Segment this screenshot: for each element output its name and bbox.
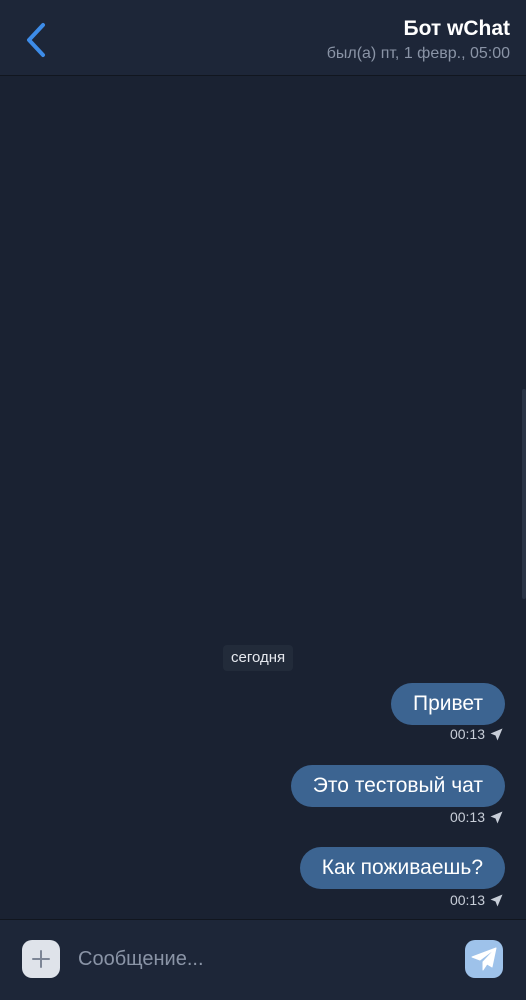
message-meta: 00:13	[450, 891, 503, 909]
send-button[interactable]	[465, 940, 503, 978]
chat-header: Бот wChat был(а) пт, 1 февр., 05:00	[0, 0, 526, 76]
plus-icon	[32, 950, 50, 968]
message-time: 00:13	[449, 726, 485, 742]
sent-arrow-icon	[490, 728, 503, 740]
attach-button[interactable]	[22, 940, 60, 978]
date-separator: сегодня	[223, 645, 294, 671]
message-bubble[interactable]: Это тестовый чат	[290, 765, 505, 807]
message-meta: 00:13	[450, 808, 503, 826]
message-time: 00:13	[449, 809, 485, 825]
chevron-left-icon	[27, 23, 45, 57]
message-bubble[interactable]: Привет	[390, 683, 505, 725]
message-meta: 00:13	[450, 725, 503, 743]
message-composer	[0, 919, 526, 1000]
sent-arrow-icon	[490, 811, 503, 823]
message-input[interactable]	[78, 940, 448, 978]
sent-arrow-icon	[490, 894, 503, 906]
chat-title: Бот wChat	[403, 17, 510, 40]
message-time: 00:13	[449, 892, 485, 908]
message-list[interactable]: сегодня Привет 00:13 Это тестовый чат 00…	[0, 77, 526, 919]
paper-plane-icon	[471, 947, 497, 971]
message-bubble[interactable]: Как поживаешь?	[299, 847, 505, 889]
chat-info[interactable]: Бот wChat был(а) пт, 1 февр., 05:00	[327, 16, 510, 64]
scrollbar-thumb[interactable]	[522, 389, 526, 599]
back-button[interactable]	[16, 20, 56, 60]
last-seen-status: был(а) пт, 1 февр., 05:00	[326, 45, 510, 62]
